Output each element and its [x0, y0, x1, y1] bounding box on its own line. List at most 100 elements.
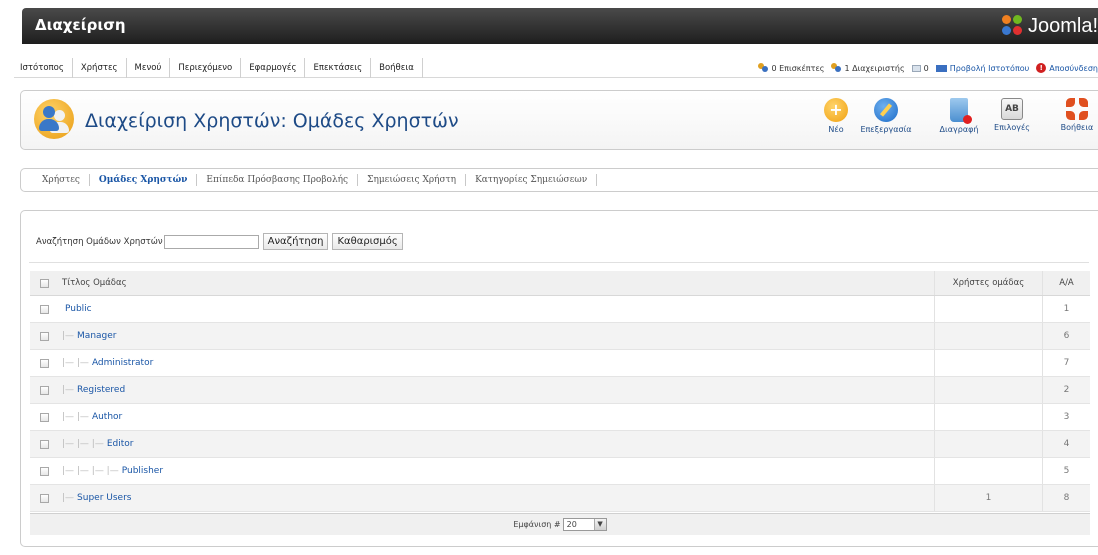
group-users-count: 1 — [934, 485, 1042, 511]
admin-header: Διαχείριση Joomla! — [22, 8, 1098, 44]
tab[interactable]: Επίπεδα Πρόσβασης Προβολής — [197, 174, 359, 186]
new-label: Νέο — [828, 125, 844, 134]
groups-table: Τίτλος Ομάδας Χρήστες ομάδας Α/Α Public 1… — [30, 271, 1090, 512]
table-row: |— |— |— |— Publisher 5 — [30, 458, 1090, 485]
group-users-count — [934, 404, 1042, 430]
delete-button[interactable]: Διαγραφή — [934, 98, 984, 134]
edit-button[interactable]: Επεξεργασία — [856, 98, 916, 134]
menu-item[interactable]: Μενού — [127, 58, 171, 78]
logout-label[interactable]: Αποσύνδεση — [1049, 64, 1098, 73]
table-row: |— Super Users 1 8 — [30, 485, 1090, 512]
group-title-link[interactable]: Public — [65, 304, 92, 314]
search-button[interactable]: Αναζήτηση — [262, 233, 329, 250]
joomla-logo-text: Joomla! — [1027, 14, 1098, 37]
group-users-count — [934, 377, 1042, 403]
group-title-link[interactable]: Super Users — [77, 493, 131, 503]
filter-label: Αναζήτηση Ομάδων Χρηστών — [36, 236, 163, 247]
group-title-link[interactable]: Author — [92, 412, 122, 422]
row-checkbox[interactable] — [39, 358, 49, 368]
tree-indent: |— |— |— |— — [62, 466, 119, 476]
group-users-count — [934, 296, 1042, 322]
group-title-link[interactable]: Administrator — [92, 358, 153, 368]
options-button[interactable]: AB Επιλογές — [987, 98, 1037, 132]
group-id: 4 — [1042, 431, 1090, 457]
row-checkbox[interactable] — [39, 331, 49, 341]
column-id[interactable]: Α/Α — [1042, 271, 1090, 295]
group-title-link[interactable]: Editor — [107, 439, 134, 449]
pager-label: Εμφάνιση # — [513, 520, 561, 529]
table-row: |— |— |— Editor 4 — [30, 431, 1090, 458]
group-id: 8 — [1042, 485, 1090, 511]
pagination: Εμφάνιση # 20 ▼ — [30, 513, 1090, 535]
toolbar-panel: Διαχείριση Χρηστών: Ομάδες Χρηστών + Νέο… — [20, 90, 1098, 150]
row-checkbox[interactable] — [39, 439, 49, 449]
chevron-down-icon: ▼ — [593, 519, 606, 530]
group-title-link[interactable]: Manager — [77, 331, 116, 341]
group-id: 3 — [1042, 404, 1090, 430]
joomla-logo-icon — [1001, 15, 1024, 37]
edit-icon — [874, 98, 898, 122]
logout-icon: ! — [1036, 63, 1047, 73]
menu-item[interactable]: Ιστότοπος — [14, 58, 73, 78]
table-row: |— |— Administrator 7 — [30, 350, 1090, 377]
group-id: 6 — [1042, 323, 1090, 349]
tab[interactable]: Χρήστες — [33, 174, 90, 186]
table-header: Τίτλος Ομάδας Χρήστες ομάδας Α/Α — [30, 271, 1090, 296]
menu-item[interactable]: Χρήστες — [73, 58, 127, 78]
menu-item[interactable]: Επεκτάσεις — [305, 58, 372, 78]
messages-count: 0 — [923, 63, 929, 73]
group-title-link[interactable]: Registered — [77, 385, 125, 395]
table-row: |— |— Author 3 — [30, 404, 1090, 431]
page-title: Διαχείριση Χρηστών: Ομάδες Χρηστών — [85, 110, 459, 132]
view-site-link[interactable]: Προβολή Ιστοτόπου — [935, 64, 1030, 73]
divider — [29, 262, 1089, 263]
delete-label: Διαγραφή — [939, 125, 979, 134]
table-row: |— Registered 2 — [30, 377, 1090, 404]
joomla-logo[interactable]: Joomla! — [1001, 12, 1098, 40]
group-id: 2 — [1042, 377, 1090, 403]
admins-count: 1 Διαχειριστής — [844, 63, 905, 73]
status-area: 0 Επισκέπτες 1 Διαχειριστής 0 Προβολή Ισ… — [758, 58, 1098, 78]
tab[interactable]: Κατηγορίες Σημειώσεων — [466, 174, 598, 186]
logout-link[interactable]: ! Αποσύνδεση — [1036, 63, 1098, 73]
row-checkbox[interactable] — [39, 493, 49, 503]
user-groups-icon — [34, 99, 74, 139]
column-title[interactable]: Τίτλος Ομάδας — [58, 271, 934, 295]
view-site-label[interactable]: Προβολή Ιστοτόπου — [950, 64, 1030, 73]
visitors-icon — [758, 63, 769, 73]
tree-indent: |— |— — [62, 412, 89, 422]
new-button[interactable]: + Νέο — [811, 98, 861, 134]
group-users-count — [934, 350, 1042, 376]
clear-button[interactable]: Καθαρισμός — [332, 233, 403, 250]
menu-item[interactable]: Περιεχόμενο — [170, 58, 242, 78]
row-checkbox[interactable] — [39, 304, 49, 314]
tab[interactable]: Σημειώσεις Χρήστη — [358, 174, 467, 186]
menu-item[interactable]: Βοήθεια — [371, 58, 423, 78]
group-users-count — [934, 323, 1042, 349]
row-checkbox[interactable] — [39, 466, 49, 476]
select-all-checkbox[interactable] — [39, 278, 49, 288]
admin-title: Διαχείριση — [35, 16, 126, 34]
search-input[interactable] — [163, 234, 259, 249]
add-icon: + — [824, 98, 848, 122]
row-checkbox[interactable] — [39, 412, 49, 422]
help-button[interactable]: Βοήθεια — [1055, 98, 1098, 132]
group-title-link[interactable]: Publisher — [122, 466, 163, 476]
filter-bar: Αναζήτηση Ομάδων Χρηστών Αναζήτηση Καθαρ… — [36, 233, 403, 250]
column-users: Χρήστες ομάδας — [934, 271, 1042, 295]
tree-indent: |— |— |— — [62, 439, 104, 449]
list-limit-select[interactable]: 20 ▼ — [562, 518, 607, 531]
tab[interactable]: Ομάδες Χρηστών — [90, 174, 198, 186]
main-menu: Ιστότοπος Χρήστες Μενού Περιεχόμενο Εφαρμογέ… — [14, 58, 1098, 78]
group-id: 7 — [1042, 350, 1090, 376]
tree-indent: |— |— — [62, 358, 89, 368]
row-checkbox[interactable] — [39, 385, 49, 395]
group-id: 5 — [1042, 458, 1090, 484]
messages-status[interactable]: 0 — [911, 63, 929, 73]
visitors-status: 0 Επισκέπτες — [758, 63, 824, 73]
tree-indent: |— — [62, 385, 75, 395]
messages-icon — [911, 64, 921, 72]
menu-item[interactable]: Εφαρμογές — [241, 58, 306, 78]
group-id: 1 — [1042, 296, 1090, 322]
tree-indent: |— — [62, 331, 75, 341]
